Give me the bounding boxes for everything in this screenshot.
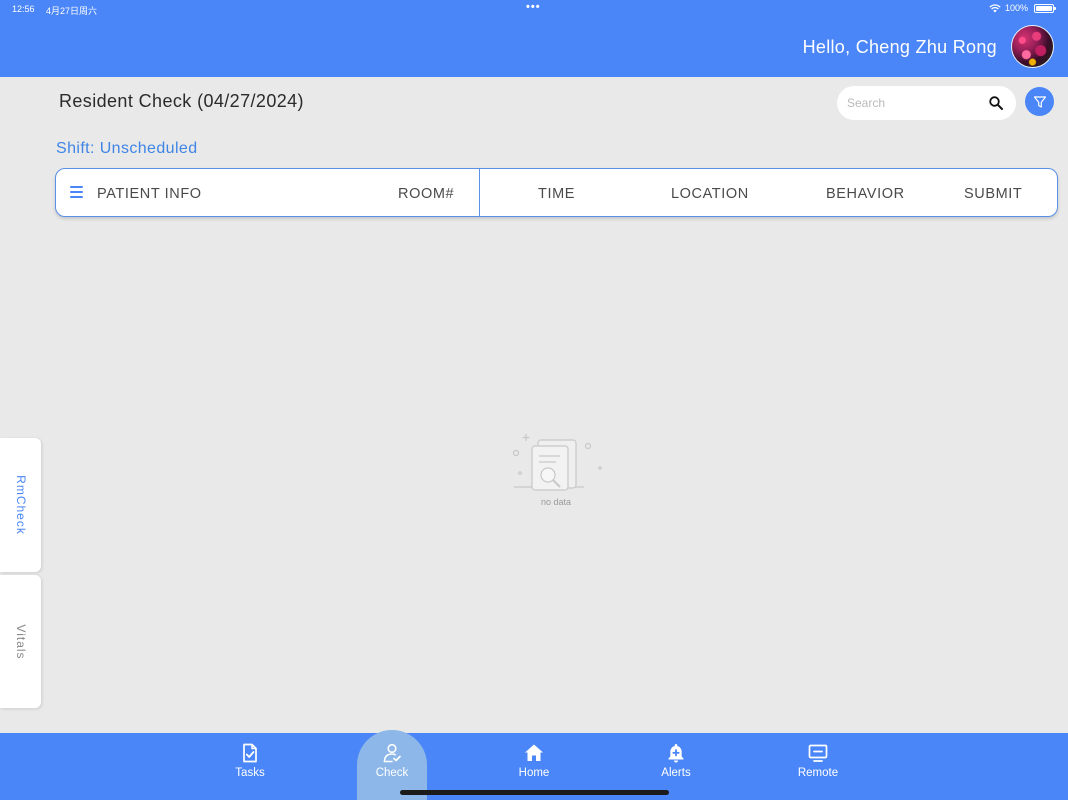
nav-home-label: Home [518, 767, 550, 779]
menu-icon[interactable] [70, 186, 83, 198]
empty-state: no data [508, 432, 604, 512]
empty-state-text: no data [540, 497, 572, 507]
page-title: Resident Check (04/27/2024) [59, 91, 304, 111]
column-header-room[interactable]: ROOM# [398, 186, 454, 202]
nav-remote[interactable]: Remote [783, 733, 853, 789]
top-app-bar: 12:56 4月27日周六 ••• 100% Hello, Cheng Zhu … [0, 0, 1068, 77]
search-icon[interactable] [988, 95, 1004, 111]
nav-remote-label: Remote [797, 767, 839, 779]
status-date: 4月27日周六 [46, 6, 98, 16]
user-check-icon [383, 743, 401, 763]
side-tab-vitals[interactable]: Vitals [0, 575, 41, 708]
monitor-icon [808, 744, 828, 762]
filter-icon [1033, 95, 1046, 108]
status-bar: 12:56 4月27日周六 ••• 100% [0, 0, 1068, 18]
nav-alerts-label: Alerts [661, 767, 691, 779]
shift-status: Shift: Unscheduled [56, 140, 198, 157]
table-header: PATIENT INFO ROOM# TIME LOCATION BEHAVIO… [55, 168, 1058, 217]
column-header-behavior[interactable]: BEHAVIOR [826, 186, 905, 202]
nav-home[interactable]: Home [499, 733, 569, 789]
no-data-icon [512, 434, 602, 491]
greeting: Hello, Cheng Zhu Rong [802, 37, 997, 57]
multitasking-dots[interactable]: ••• [526, 1, 541, 13]
home-icon [525, 744, 543, 761]
nav-tasks-label: Tasks [235, 767, 265, 779]
battery-icon [1034, 3, 1056, 13]
nav-alerts[interactable]: Alerts [641, 733, 711, 789]
nav-check-label: Check [375, 767, 409, 779]
column-header-patient-info[interactable]: PATIENT INFO [97, 186, 202, 202]
task-checklist-icon [243, 743, 257, 763]
alert-bell-icon [668, 744, 684, 763]
nav-check[interactable]: Check [357, 733, 427, 789]
status-time: 12:56 [12, 4, 35, 14]
search-input[interactable] [847, 94, 982, 112]
wifi-icon [989, 3, 1001, 12]
side-tab-rmcheck[interactable]: RmCheck [0, 438, 41, 572]
side-tab-rmcheck-label: RmCheck [13, 475, 28, 535]
column-header-submit[interactable]: SUBMIT [964, 186, 1022, 202]
battery-percent: 100% [1004, 3, 1028, 13]
status-right: 100% [989, 3, 1056, 13]
home-indicator[interactable] [400, 790, 669, 795]
nav-tasks[interactable]: Tasks [215, 733, 285, 789]
search-box[interactable] [837, 86, 1016, 120]
column-divider [479, 169, 480, 216]
column-header-time[interactable]: TIME [538, 186, 575, 202]
avatar[interactable] [1011, 25, 1054, 68]
column-header-location[interactable]: LOCATION [671, 186, 749, 202]
side-tab-vitals-label: Vitals [13, 623, 28, 660]
filter-button[interactable] [1025, 87, 1054, 116]
